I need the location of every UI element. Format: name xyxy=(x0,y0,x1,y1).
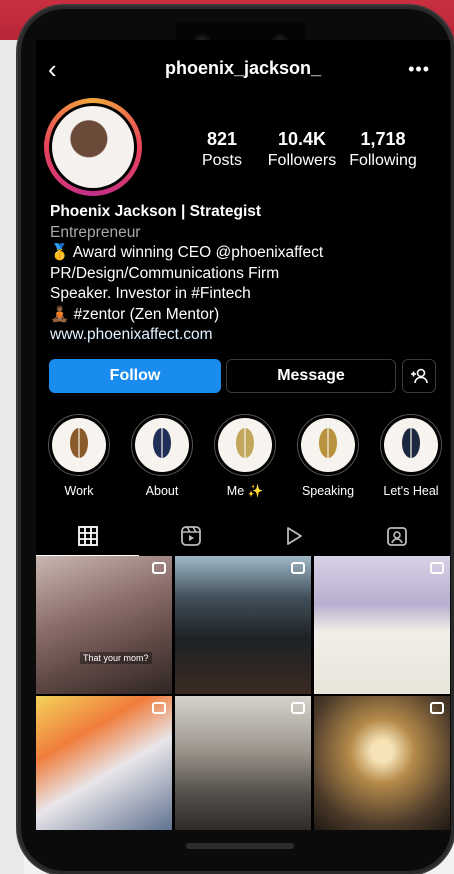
tagged-icon xyxy=(386,527,407,546)
multiple-posts-icon xyxy=(430,562,444,574)
followers-count-label: Followers xyxy=(267,152,337,169)
bio-website-link[interactable]: www.phoenixaffect.com xyxy=(50,325,440,346)
highlight-work[interactable]: Work xyxy=(46,414,112,498)
followers-count[interactable]: 10.4K Followers xyxy=(262,128,342,172)
profile-bio: Phoenix Jackson | Strategist Entrepreneu… xyxy=(50,202,440,346)
bio-line: 🥇 Award winning CEO @phoenixaffect xyxy=(50,244,324,261)
highlight-cover xyxy=(52,418,106,472)
post-thumbnail[interactable] xyxy=(175,696,311,830)
post-thumbnail[interactable]: That your mom? xyxy=(36,556,172,694)
profile-username: phoenix_jackson_ xyxy=(164,58,322,78)
suggested-users-button[interactable] xyxy=(402,359,436,393)
bio-name: Phoenix Jackson | Strategist xyxy=(50,203,262,220)
highlight-cover xyxy=(384,418,438,472)
highlight-label: Speaking xyxy=(301,484,355,498)
multiple-posts-icon xyxy=(430,702,444,714)
feather-icon xyxy=(319,428,337,462)
highlight-label: Let's Heal xyxy=(383,484,439,498)
reel-icon xyxy=(291,702,305,714)
multiple-posts-icon xyxy=(291,562,305,574)
instagram-profile-screen: ‹ phoenix_jackson_ ••• 821 Posts 10.4K F… xyxy=(36,40,450,830)
posts-count: 821 Posts xyxy=(186,128,258,172)
bio-line: PR/Design/Communications Firm xyxy=(50,264,280,282)
tab-videos[interactable] xyxy=(242,518,345,554)
following-count-label: Following xyxy=(349,152,417,169)
post-thumbnail[interactable] xyxy=(175,556,311,694)
highlight-cover xyxy=(135,418,189,472)
feather-icon xyxy=(153,428,171,462)
grid-icon xyxy=(77,526,98,546)
post-thumbnail[interactable] xyxy=(314,696,450,830)
reel-icon xyxy=(152,562,166,574)
highlight-ring xyxy=(297,414,359,476)
message-button[interactable]: Message xyxy=(226,359,396,393)
profile-avatar[interactable] xyxy=(44,98,142,196)
followers-count-value: 10.4K xyxy=(277,129,327,149)
highlight-label: Me ✨ xyxy=(226,484,264,498)
feather-icon xyxy=(402,428,420,462)
post-thumbnail[interactable] xyxy=(314,556,450,694)
highlight-about[interactable]: About xyxy=(129,414,195,498)
highlight-label: About xyxy=(145,484,179,498)
feather-icon xyxy=(236,428,254,462)
reels-icon xyxy=(180,526,201,546)
home-indicator xyxy=(186,843,294,849)
highlight-ring xyxy=(380,414,442,476)
tab-posts-grid[interactable] xyxy=(36,518,139,556)
bio-category: Entrepreneur xyxy=(50,223,141,241)
highlight-ring xyxy=(48,414,110,476)
highlight-me[interactable]: Me ✨ xyxy=(212,414,278,499)
highlight-speaking[interactable]: Speaking xyxy=(295,414,361,498)
highlight-cover xyxy=(218,418,272,472)
multiple-posts-icon xyxy=(152,702,166,714)
highlight-ring xyxy=(131,414,193,476)
more-options-icon[interactable]: ••• xyxy=(408,54,430,84)
video-play-icon xyxy=(286,527,302,545)
highlight-label: Work xyxy=(64,484,94,498)
highlight-lets-heal[interactable]: Let's Heal xyxy=(378,414,444,498)
profile-tabs xyxy=(36,518,450,556)
highlight-ring xyxy=(214,414,276,476)
avatar-photo xyxy=(52,106,134,188)
avatar-frame xyxy=(49,103,137,191)
tab-reels[interactable] xyxy=(139,518,242,554)
top-bar: ‹ phoenix_jackson_ ••• xyxy=(36,54,450,84)
bio-line: 🧘🏾 #zentor (Zen Mentor) xyxy=(50,305,220,323)
highlight-cover xyxy=(301,418,355,472)
following-count[interactable]: 1,718 Following xyxy=(344,128,422,172)
feather-icon xyxy=(70,428,88,462)
bio-line: Speaker. Investor in #Fintech xyxy=(50,285,251,302)
post-thumbnail[interactable] xyxy=(36,696,172,830)
posts-count-label: Posts xyxy=(201,152,242,169)
add-person-icon xyxy=(411,368,428,384)
following-count-value: 1,718 xyxy=(360,129,406,149)
posts-count-value: 821 xyxy=(206,129,238,149)
post-caption-overlay: That your mom? xyxy=(80,652,152,664)
follow-button[interactable]: Follow xyxy=(49,359,221,393)
tab-tagged[interactable] xyxy=(345,518,448,554)
